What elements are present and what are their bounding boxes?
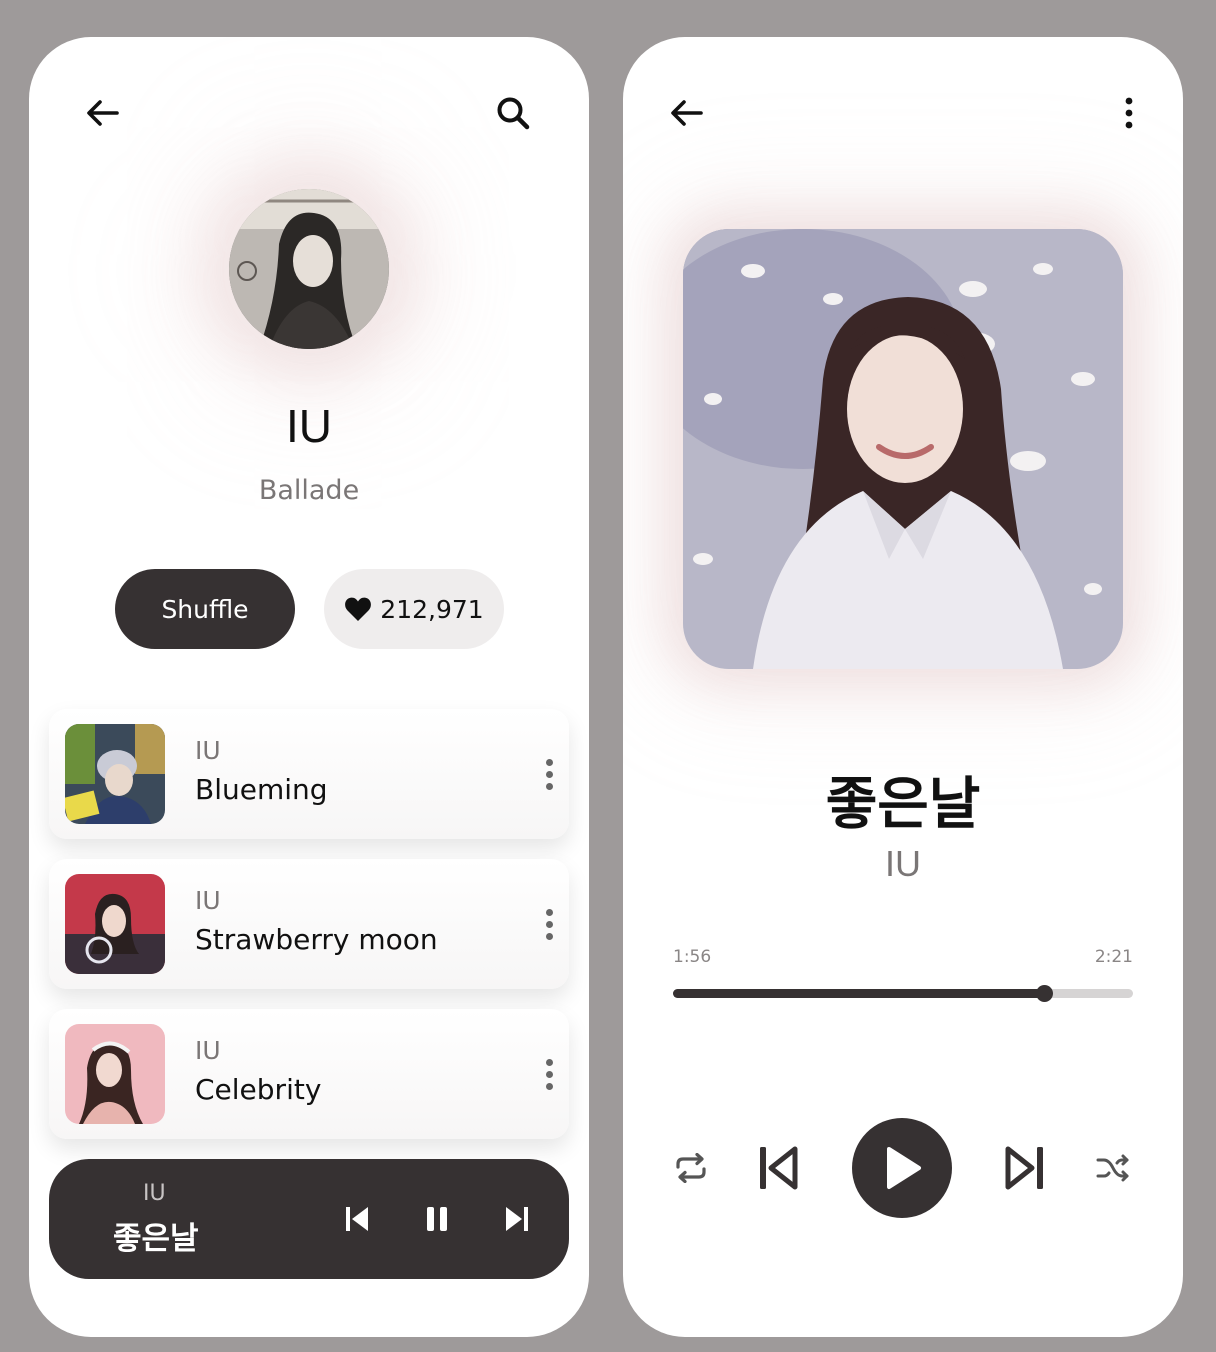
more-vertical-icon[interactable] bbox=[539, 1054, 559, 1094]
track-artist: IU bbox=[195, 736, 221, 765]
shuffle-button[interactable] bbox=[1089, 1144, 1137, 1192]
current-time: 1:56 bbox=[673, 947, 712, 967]
progress-bar[interactable] bbox=[673, 985, 1133, 1002]
artist-avatar bbox=[229, 189, 389, 349]
play-button[interactable] bbox=[852, 1118, 952, 1218]
progress-knob[interactable] bbox=[1035, 985, 1053, 1002]
total-time: 2:21 bbox=[1094, 947, 1133, 967]
mini-previous-button[interactable] bbox=[333, 1195, 381, 1243]
progress-fill bbox=[673, 989, 1044, 998]
skip-next-icon bbox=[1005, 1146, 1043, 1190]
heart-icon bbox=[345, 597, 372, 621]
album-cover-image bbox=[683, 229, 1123, 669]
skip-previous-icon bbox=[760, 1146, 798, 1190]
track-thumbnail bbox=[65, 874, 165, 974]
play-icon bbox=[887, 1147, 921, 1189]
track-item[interactable]: IU Celebrity bbox=[49, 1009, 569, 1139]
mini-player[interactable]: IU 좋은날 bbox=[49, 1159, 569, 1279]
artist-genre: Ballade bbox=[258, 475, 360, 506]
arrow-left-icon bbox=[671, 100, 703, 126]
track-cover-image bbox=[65, 874, 165, 974]
track-cover-image bbox=[65, 724, 165, 824]
more-vertical-icon[interactable] bbox=[539, 754, 559, 794]
artist-photo bbox=[229, 189, 389, 349]
artist-name: IU bbox=[286, 400, 332, 452]
shuffle-label: Shuffle bbox=[161, 594, 249, 624]
likes-button[interactable]: 212,971 bbox=[324, 569, 504, 649]
search-icon bbox=[497, 97, 530, 130]
shuffle-button[interactable]: Shuffle bbox=[115, 569, 295, 649]
repeat-button[interactable] bbox=[667, 1144, 715, 1192]
pause-icon bbox=[427, 1207, 447, 1231]
track-title: Strawberry moon bbox=[195, 923, 438, 956]
likes-count: 212,971 bbox=[380, 594, 484, 624]
skip-next-icon bbox=[506, 1207, 528, 1231]
track-title: Blueming bbox=[195, 773, 328, 806]
track-artist: IU bbox=[195, 1036, 221, 1065]
track-item[interactable]: IU Blueming bbox=[49, 709, 569, 839]
search-button[interactable] bbox=[489, 89, 537, 137]
more-options-button[interactable] bbox=[1105, 89, 1153, 137]
track-artist: IU bbox=[195, 886, 221, 915]
mini-next-button[interactable] bbox=[493, 1195, 541, 1243]
more-vertical-icon[interactable] bbox=[539, 904, 559, 944]
track-item[interactable]: IU Strawberry moon bbox=[49, 859, 569, 989]
track-thumbnail bbox=[65, 724, 165, 824]
now-playing-screen: 좋은날 IU 1:56 2:21 bbox=[623, 37, 1183, 1337]
song-title: 좋은날 bbox=[825, 772, 981, 837]
mini-player-title: 좋은날 bbox=[113, 1221, 199, 1257]
more-vertical-icon bbox=[1125, 97, 1133, 129]
song-artist: IU bbox=[885, 843, 921, 884]
artist-screen: IU Ballade Shuffle 212,971 IU Blueming I… bbox=[29, 37, 589, 1337]
mini-player-artist: IU bbox=[143, 1181, 166, 1206]
previous-button[interactable] bbox=[754, 1144, 802, 1192]
arrow-left-icon bbox=[87, 100, 119, 126]
mini-pause-button[interactable] bbox=[413, 1195, 461, 1243]
shuffle-icon bbox=[1096, 1154, 1129, 1182]
next-button[interactable] bbox=[1001, 1144, 1049, 1192]
back-button[interactable] bbox=[663, 89, 711, 137]
repeat-icon bbox=[676, 1153, 706, 1183]
track-title: Celebrity bbox=[195, 1073, 322, 1106]
track-cover-image bbox=[65, 1024, 165, 1124]
back-button[interactable] bbox=[79, 89, 127, 137]
skip-previous-icon bbox=[346, 1207, 368, 1231]
track-thumbnail bbox=[65, 1024, 165, 1124]
album-cover bbox=[683, 229, 1123, 669]
